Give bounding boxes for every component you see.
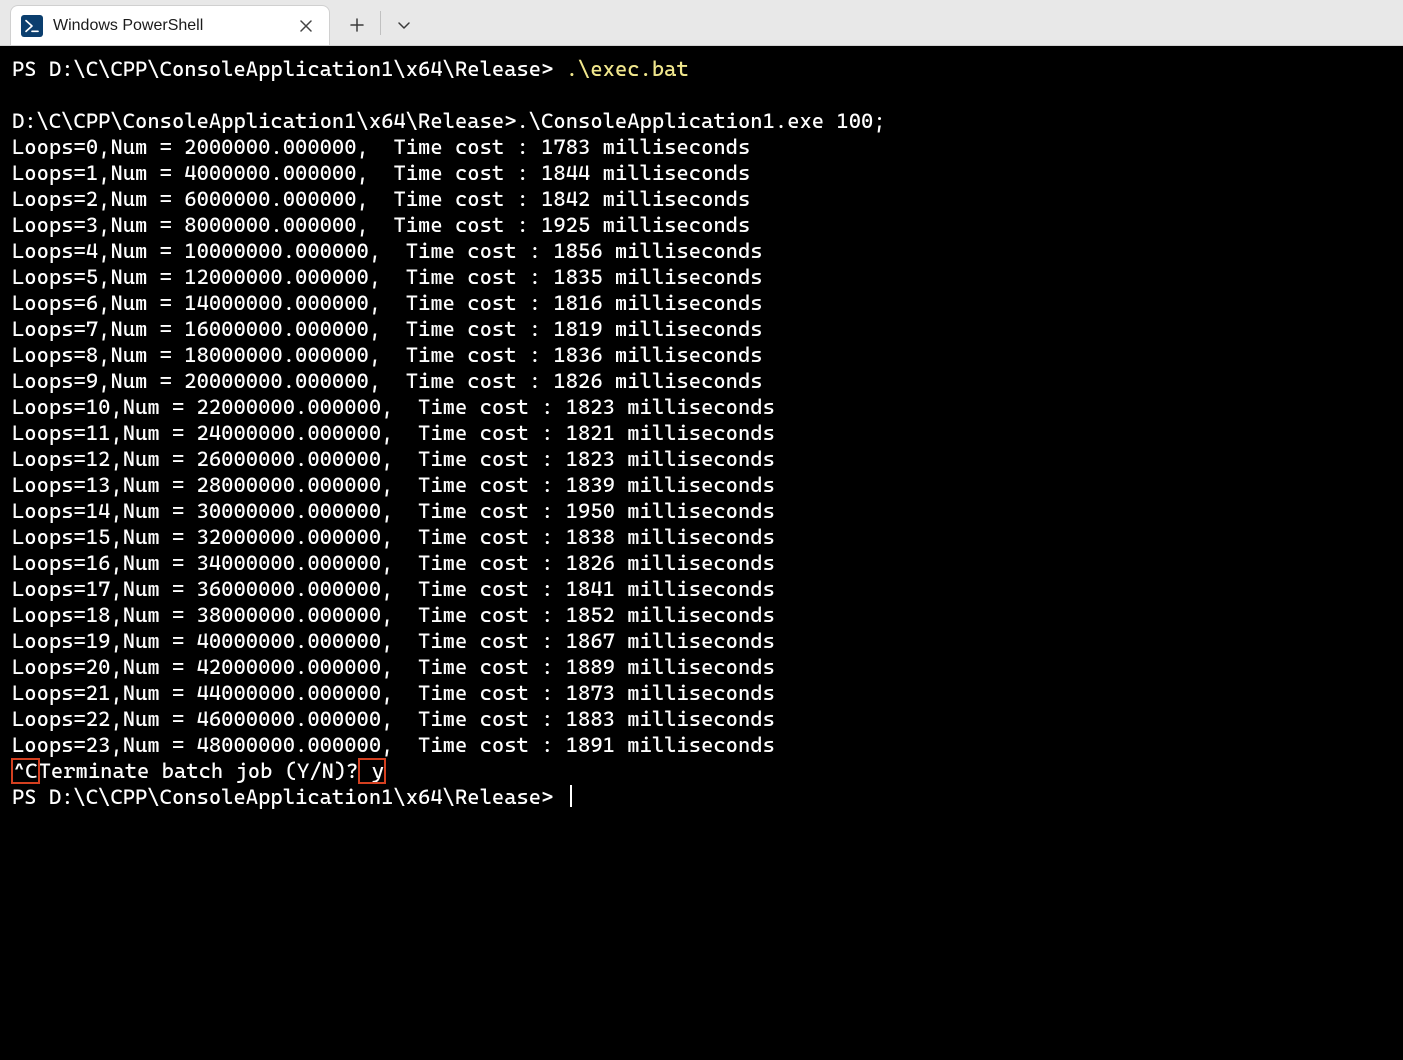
plus-icon: [350, 18, 364, 32]
tab-powershell[interactable]: Windows PowerShell: [10, 5, 330, 45]
loop-line: Loops=4,Num = 10000000.000000, Time cost…: [12, 239, 763, 263]
tab-title: Windows PowerShell: [53, 17, 287, 35]
loop-line: Loops=22,Num = 46000000.000000, Time cos…: [12, 707, 775, 731]
tab-close-button[interactable]: [297, 17, 315, 35]
loop-line: Loops=18,Num = 38000000.000000, Time cos…: [12, 603, 775, 627]
chevron-down-icon: [397, 18, 411, 32]
ctrl-c-marker: ^C: [12, 759, 39, 783]
terminate-question: Terminate batch job (Y/N)?: [39, 759, 359, 783]
loop-line: Loops=9,Num = 20000000.000000, Time cost…: [12, 369, 763, 393]
close-icon: [300, 20, 312, 32]
loop-line: Loops=14,Num = 30000000.000000, Time cos…: [12, 499, 775, 523]
powershell-icon: [21, 15, 43, 37]
loop-line: Loops=5,Num = 12000000.000000, Time cost…: [12, 265, 763, 289]
loop-line: Loops=3,Num = 8000000.000000, Time cost …: [12, 213, 750, 237]
text-cursor: [570, 785, 572, 807]
loop-line: Loops=12,Num = 26000000.000000, Time cos…: [12, 447, 775, 471]
tab-dropdown-button[interactable]: [383, 5, 425, 45]
loop-line: Loops=2,Num = 6000000.000000, Time cost …: [12, 187, 750, 211]
loop-line: Loops=23,Num = 48000000.000000, Time cos…: [12, 733, 775, 757]
titlebar: Windows PowerShell: [0, 0, 1403, 46]
loop-line: Loops=7,Num = 16000000.000000, Time cost…: [12, 317, 763, 341]
terminate-answer: y: [359, 759, 386, 783]
loop-line: Loops=19,Num = 40000000.000000, Time cos…: [12, 629, 775, 653]
loop-line: Loops=16,Num = 34000000.000000, Time cos…: [12, 551, 775, 575]
terminal-pane[interactable]: PS D:\C\CPP\ConsoleApplication1\x64\Rele…: [0, 46, 1403, 1060]
loop-line: Loops=0,Num = 2000000.000000, Time cost …: [12, 135, 750, 159]
loop-line: Loops=17,Num = 36000000.000000, Time cos…: [12, 577, 775, 601]
loop-line: Loops=13,Num = 28000000.000000, Time cos…: [12, 473, 775, 497]
loop-line: Loops=20,Num = 42000000.000000, Time cos…: [12, 655, 775, 679]
loop-line: Loops=10,Num = 22000000.000000, Time cos…: [12, 395, 775, 419]
prompt-line-2: PS D:\C\CPP\ConsoleApplication1\x64\Rele…: [12, 785, 566, 809]
loop-line: Loops=21,Num = 44000000.000000, Time cos…: [12, 681, 775, 705]
loop-line: Loops=11,Num = 24000000.000000, Time cos…: [12, 421, 775, 445]
prompt-line-1: PS D:\C\CPP\ConsoleApplication1\x64\Rele…: [12, 57, 566, 81]
command-exec-bat: .\exec.bat: [566, 57, 689, 81]
loop-line: Loops=15,Num = 32000000.000000, Time cos…: [12, 525, 775, 549]
loop-line: Loops=8,Num = 18000000.000000, Time cost…: [12, 343, 763, 367]
loop-line: Loops=6,Num = 14000000.000000, Time cost…: [12, 291, 763, 315]
loop-line: Loops=1,Num = 4000000.000000, Time cost …: [12, 161, 750, 185]
batch-echo-line: D:\C\CPP\ConsoleApplication1\x64\Release…: [12, 109, 886, 133]
titlebar-divider: [380, 11, 381, 35]
new-tab-button[interactable]: [336, 5, 378, 45]
